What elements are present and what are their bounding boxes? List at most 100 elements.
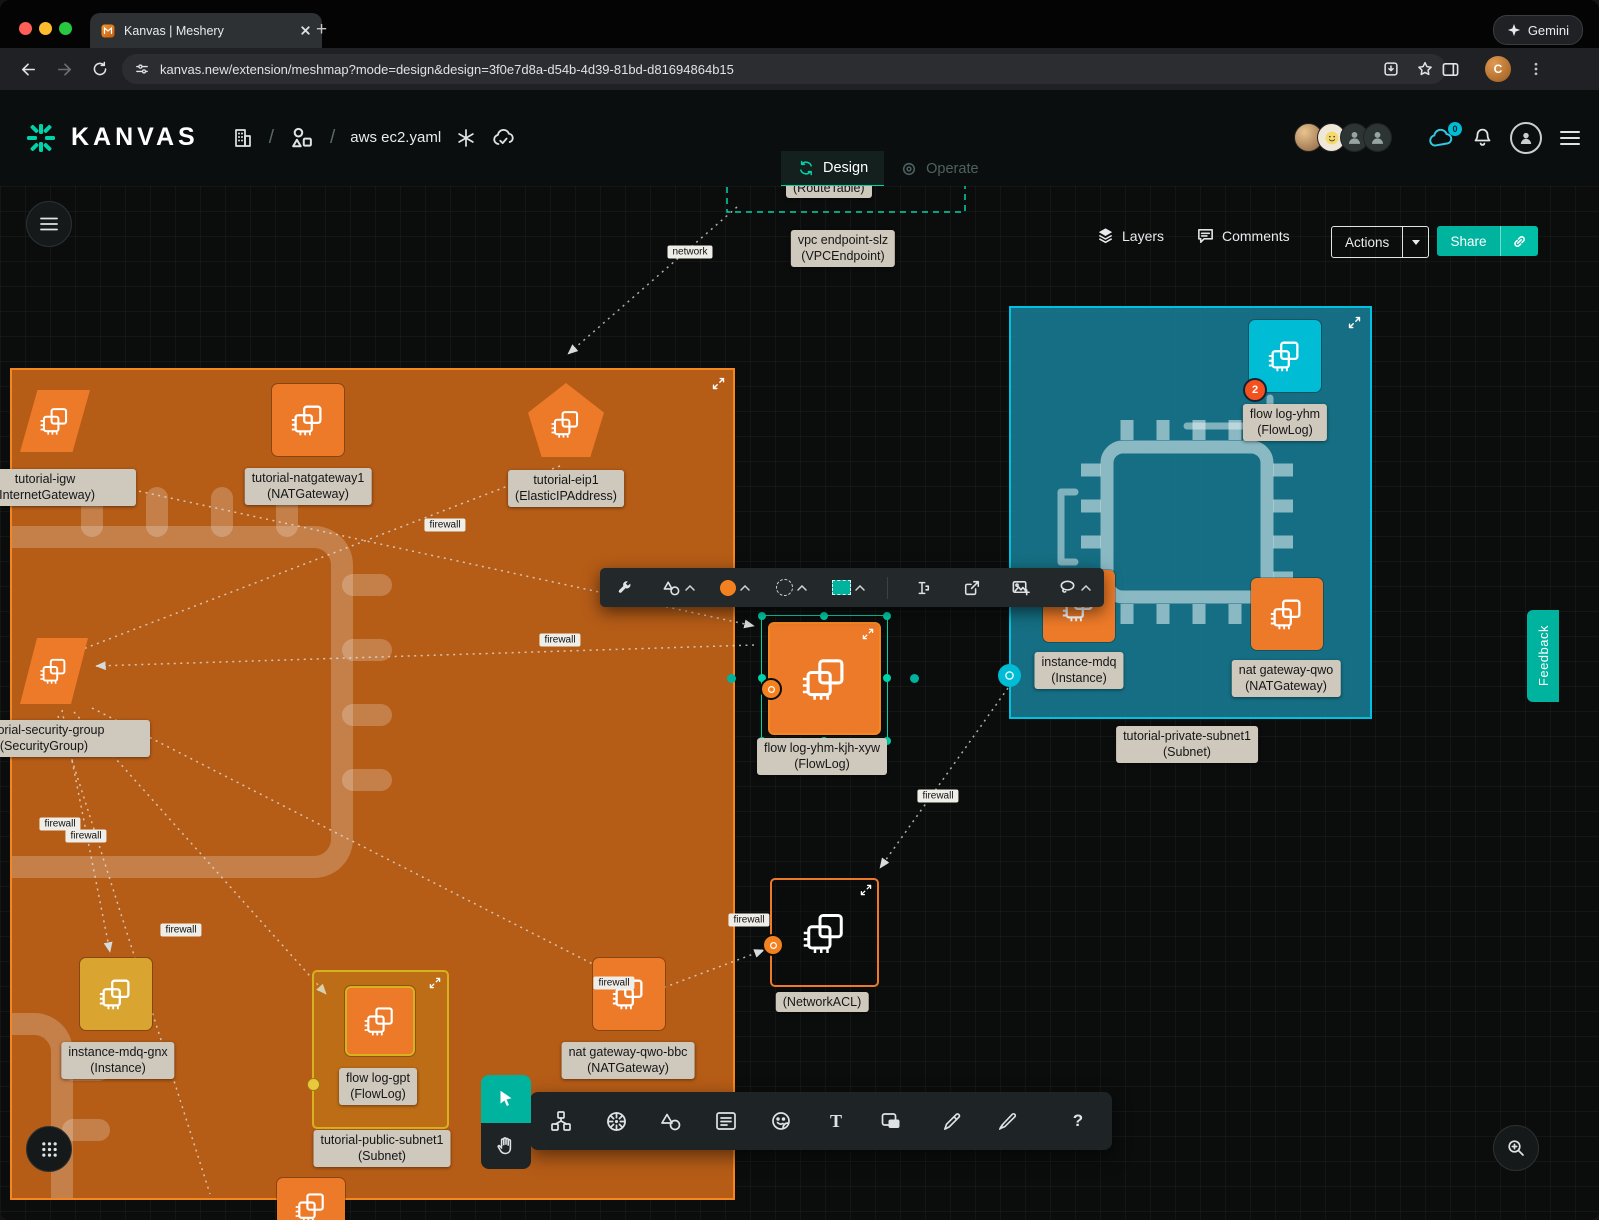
avatar-4[interactable] xyxy=(1363,123,1392,152)
feedback-tab[interactable]: Feedback xyxy=(1527,610,1559,702)
collapse-node-icon[interactable] xyxy=(860,884,872,896)
lasso-tool-button[interactable] xyxy=(1055,578,1094,597)
add-image-button[interactable] xyxy=(1006,573,1036,603)
edge-label: firewall xyxy=(424,519,465,532)
edge-label: firewall xyxy=(593,977,634,990)
browser-tab[interactable]: Kanvas | Meshery xyxy=(90,13,322,48)
shapes-tool[interactable] xyxy=(656,1106,686,1136)
subnet-connection-handle[interactable] xyxy=(998,664,1021,687)
design-file-name[interactable]: aws ec2.yaml xyxy=(350,129,441,146)
container-shape-tool[interactable] xyxy=(876,1106,906,1136)
bookmark-star-icon[interactable] xyxy=(1416,60,1434,78)
resize-handle[interactable] xyxy=(758,612,766,620)
kanvas-logo-icon xyxy=(26,123,56,153)
actions-dropdown-button[interactable] xyxy=(1403,226,1429,258)
network-acl-port-badge[interactable] xyxy=(762,934,784,956)
tab-operate[interactable]: Operate xyxy=(884,152,994,186)
collapse-node-icon[interactable] xyxy=(429,977,441,989)
node-partial-bottom[interactable] xyxy=(277,1178,345,1220)
gemini-button[interactable]: Gemini xyxy=(1493,15,1583,45)
fill-color-swatch xyxy=(720,580,736,596)
layers-icon xyxy=(1096,226,1115,245)
actions-button[interactable]: Actions xyxy=(1331,226,1403,258)
designs-icon[interactable] xyxy=(289,125,315,151)
pen-tool[interactable] xyxy=(937,1106,967,1136)
design-mode-icon xyxy=(797,159,815,177)
omnibox[interactable]: kanvas.new/extension/meshmap?mode=design… xyxy=(122,54,1446,84)
shape-picker[interactable] xyxy=(659,578,698,597)
breadcrumb-separator: / xyxy=(330,127,335,149)
flowlog-gpt-port-dot[interactable] xyxy=(307,1078,320,1091)
annotation-tool[interactable] xyxy=(711,1106,741,1136)
help-tool[interactable]: ? xyxy=(1063,1106,1093,1136)
fill-color-picker[interactable] xyxy=(717,580,753,596)
browser-menu-icon[interactable] xyxy=(1522,55,1550,83)
profile-avatar[interactable]: C xyxy=(1485,56,1511,82)
close-window-button[interactable] xyxy=(19,22,32,35)
freehand-draw-tool[interactable] xyxy=(992,1106,1022,1136)
save-icon[interactable] xyxy=(1382,60,1400,78)
organization-icon[interactable] xyxy=(232,127,254,149)
forward-button[interactable] xyxy=(50,55,78,83)
close-tab-icon[interactable] xyxy=(299,24,312,37)
toolbar-divider xyxy=(887,577,888,599)
select-tool[interactable] xyxy=(481,1075,531,1123)
copy-link-button[interactable] xyxy=(1500,226,1538,256)
node-nat-gateway-qwo[interactable] xyxy=(1251,578,1323,650)
notifications-bell-icon[interactable] xyxy=(1472,127,1493,149)
node-flowlog-gpt-group[interactable] xyxy=(312,970,449,1129)
flowlog-kjh-port-badge[interactable] xyxy=(760,678,782,700)
components-tool[interactable] xyxy=(546,1106,576,1136)
layers-button[interactable]: Layers xyxy=(1096,226,1164,245)
share-button[interactable]: Share xyxy=(1437,226,1500,256)
configure-tool-button[interactable] xyxy=(610,573,640,603)
cloud-sync-icon[interactable] xyxy=(491,126,515,150)
zoom-window-button[interactable] xyxy=(59,22,72,35)
container-shape-icon xyxy=(879,1109,903,1133)
collapse-node-icon[interactable] xyxy=(1348,316,1361,329)
resize-handle[interactable] xyxy=(883,674,891,682)
resize-handle[interactable] xyxy=(883,612,891,620)
user-profile-icon[interactable] xyxy=(1510,122,1542,154)
side-panel-icon[interactable] xyxy=(1436,55,1464,83)
node-flowlog-kjh-selected[interactable] xyxy=(761,615,888,742)
node-flowlog-kjh[interactable] xyxy=(768,622,881,735)
header-menu-icon[interactable] xyxy=(1559,129,1581,147)
node-instance-gnx[interactable] xyxy=(80,958,152,1030)
app-header: KANVAS / / aws ec2.yaml xyxy=(0,90,1599,187)
zoom-search-button[interactable] xyxy=(1493,1125,1539,1171)
context-toolbar xyxy=(600,568,1104,607)
resize-handle[interactable] xyxy=(820,612,828,620)
collapse-node-icon[interactable] xyxy=(862,628,874,640)
open-in-new-button[interactable] xyxy=(957,573,987,603)
node-flowlog-gpt[interactable] xyxy=(345,986,415,1056)
tab-design[interactable]: Design xyxy=(781,151,884,187)
pan-tool[interactable] xyxy=(481,1123,531,1169)
canvas-menu-button[interactable] xyxy=(26,201,72,247)
align-handle[interactable] xyxy=(727,674,736,683)
node-nat-gateway-bbc[interactable] xyxy=(593,958,665,1030)
edge-label: firewall xyxy=(917,790,958,803)
new-tab-button[interactable]: + xyxy=(316,19,327,41)
rename-tool-button[interactable] xyxy=(907,573,937,603)
sticker-tool[interactable] xyxy=(766,1106,796,1136)
back-button[interactable] xyxy=(14,55,42,83)
node-label: instance-mdq(Instance) xyxy=(1034,652,1123,689)
cloud-status[interactable]: 0 xyxy=(1427,126,1455,150)
text-tool[interactable]: T xyxy=(821,1106,851,1136)
design-canvas[interactable]: 2 (RouteTable) vpc endpoint-slz(VPCEndpo… xyxy=(0,186,1599,1220)
comments-button[interactable]: Comments xyxy=(1196,226,1290,245)
kubernetes-tool[interactable] xyxy=(601,1106,631,1136)
apps-grid-button[interactable] xyxy=(26,1126,72,1172)
dock-toolbar: T ? xyxy=(530,1092,1112,1150)
selection-style-picker[interactable] xyxy=(829,580,868,595)
node-nat-gateway-1[interactable] xyxy=(272,384,344,456)
align-handle[interactable] xyxy=(910,674,919,683)
reload-button[interactable] xyxy=(86,55,114,83)
snowflake-icon[interactable] xyxy=(456,128,476,148)
minimize-window-button[interactable] xyxy=(39,22,52,35)
node-network-acl[interactable] xyxy=(770,878,879,987)
collapse-node-icon[interactable] xyxy=(712,377,725,390)
node-flowlog-yhm[interactable]: 2 xyxy=(1249,320,1321,392)
border-style-picker[interactable] xyxy=(773,579,810,596)
